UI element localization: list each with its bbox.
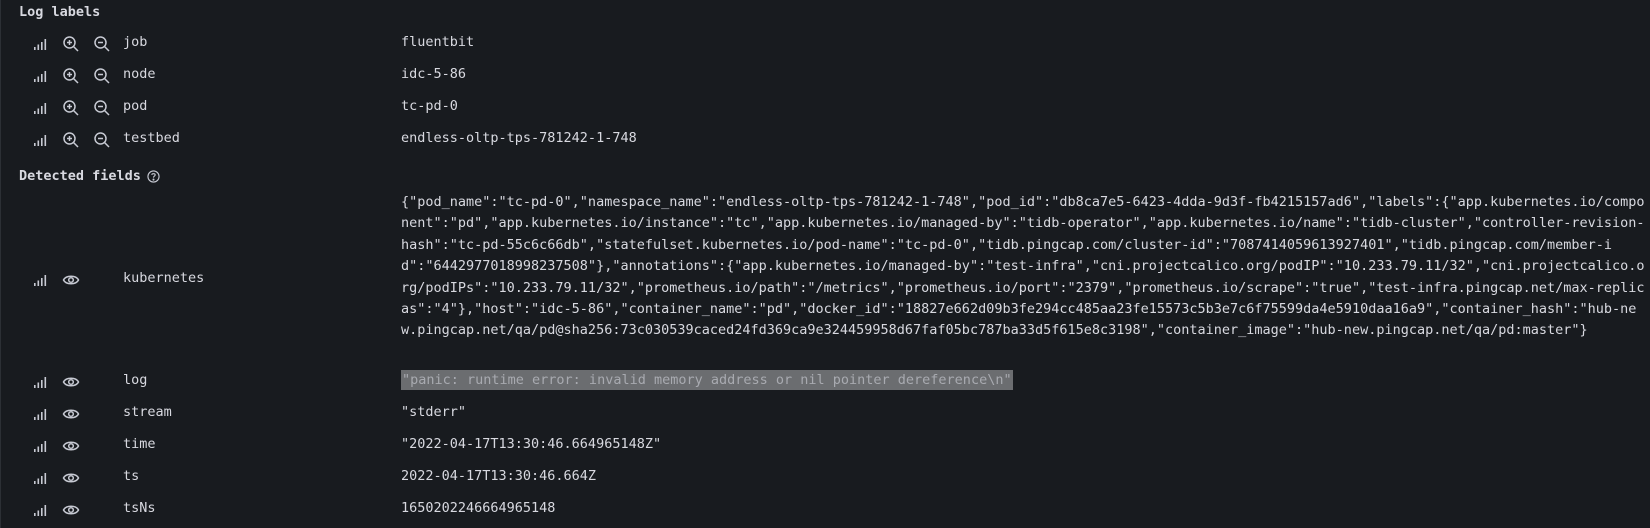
question-circle-icon[interactable] (147, 169, 160, 183)
signal-bars-icon[interactable] (29, 467, 51, 489)
field-key: log (123, 372, 148, 388)
signal-bars-icon[interactable] (29, 371, 51, 393)
signal-bars-icon[interactable] (29, 499, 51, 521)
highlighted-log-value: "panic: runtime error: invalid memory ad… (401, 370, 1013, 390)
detected-fields-title: Detected fields (19, 168, 160, 184)
signal-bars-icon[interactable] (29, 97, 51, 119)
label-value: tc-pd-0 (401, 98, 458, 114)
field-key: stream (123, 404, 172, 420)
field-value: 1650202246664965148 (401, 500, 556, 516)
zoom-in-icon[interactable] (60, 65, 82, 87)
field-value: 2022-04-17T13:30:46.664Z (401, 468, 597, 484)
log-labels-title: Log labels (19, 4, 101, 20)
zoom-in-icon[interactable] (60, 33, 82, 55)
zoom-in-icon[interactable] (60, 97, 82, 119)
field-value: {"pod_name":"tc-pd-0","namespace_name":"… (401, 194, 1645, 339)
zoom-out-icon[interactable] (91, 33, 113, 55)
label-key: node (123, 66, 156, 82)
eye-icon[interactable] (60, 269, 82, 291)
label-value: fluentbit (401, 34, 475, 50)
eye-icon[interactable] (60, 435, 82, 457)
zoom-out-icon[interactable] (91, 129, 113, 151)
label-value: endless-oltp-tps-781242-1-748 (401, 130, 637, 146)
log-details-panel: Log labels job fluentbit node idc-5-86 p… (0, 0, 1650, 528)
signal-bars-icon[interactable] (29, 435, 51, 457)
eye-icon[interactable] (60, 467, 82, 489)
zoom-in-icon[interactable] (60, 129, 82, 151)
field-value: "stderr" (401, 404, 467, 420)
signal-bars-icon[interactable] (29, 129, 51, 151)
zoom-out-icon[interactable] (91, 65, 113, 87)
field-key: ts (123, 468, 140, 484)
signal-bars-icon[interactable] (29, 269, 51, 291)
field-key: kubernetes (123, 270, 205, 286)
label-key: pod (123, 98, 148, 114)
field-value: "2022-04-17T13:30:46.664965148Z" (401, 436, 662, 452)
eye-icon[interactable] (60, 403, 82, 425)
eye-icon[interactable] (60, 499, 82, 521)
field-key: tsNs (123, 500, 156, 516)
label-key: job (123, 34, 148, 50)
eye-icon[interactable] (60, 371, 82, 393)
label-key: testbed (123, 130, 180, 146)
signal-bars-icon[interactable] (29, 403, 51, 425)
label-value: idc-5-86 (401, 66, 467, 82)
zoom-out-icon[interactable] (91, 97, 113, 119)
field-key: time (123, 436, 156, 452)
signal-bars-icon[interactable] (29, 33, 51, 55)
signal-bars-icon[interactable] (29, 65, 51, 87)
field-value: "panic: runtime error: invalid memory ad… (401, 370, 1645, 391)
